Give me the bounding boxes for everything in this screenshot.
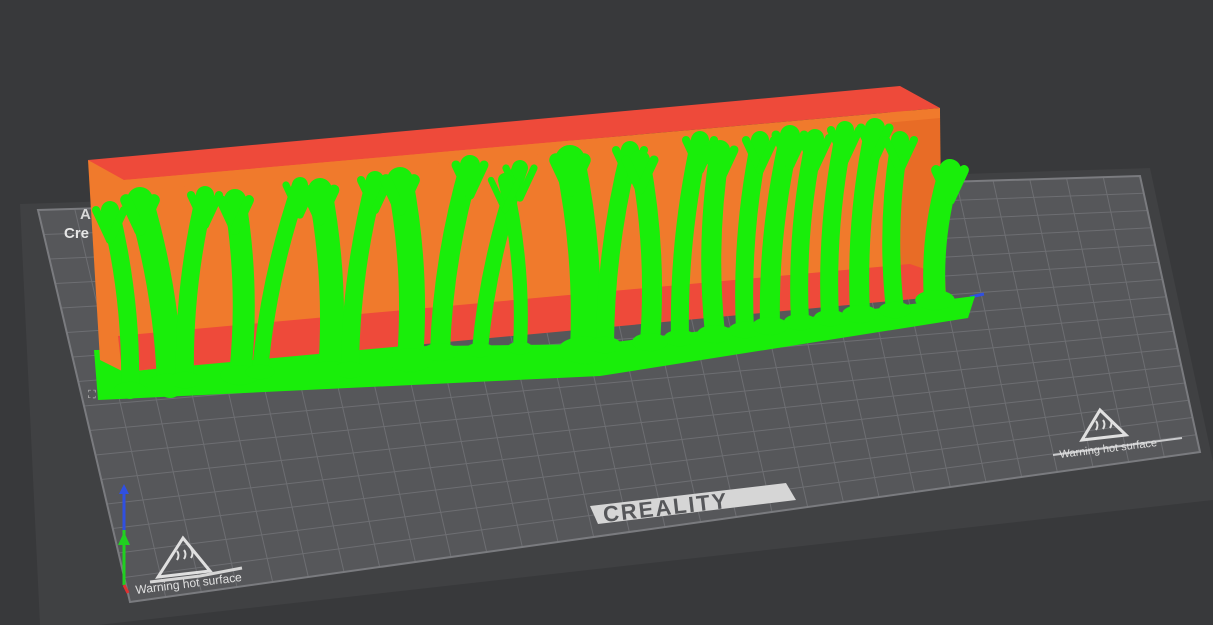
bed-corner-text-cre: Cre: [64, 225, 89, 242]
bed-corner-text-a: A: [80, 206, 91, 223]
support-foot: [168, 371, 202, 389]
3d-viewport[interactable]: A Cre CREALITY Warning hot surface Warni…: [0, 0, 1213, 625]
support-foot: [697, 325, 733, 343]
support-foot: [813, 309, 847, 327]
support-foot: [113, 381, 147, 399]
support-foot: [245, 364, 275, 380]
support-foot: [663, 329, 697, 347]
support-foot: [752, 317, 788, 335]
support-foot: [422, 343, 458, 361]
support-foot: [333, 361, 367, 379]
support-foot: [783, 313, 817, 331]
support-foot: [507, 341, 533, 355]
support-foot: [632, 333, 668, 351]
support-foot: [842, 305, 878, 323]
support-foot: [465, 342, 495, 358]
support-foot: [915, 290, 955, 310]
bed-side-mark: ⛶: [88, 389, 96, 401]
support-foot: [878, 301, 912, 319]
support-foot: [588, 336, 622, 354]
